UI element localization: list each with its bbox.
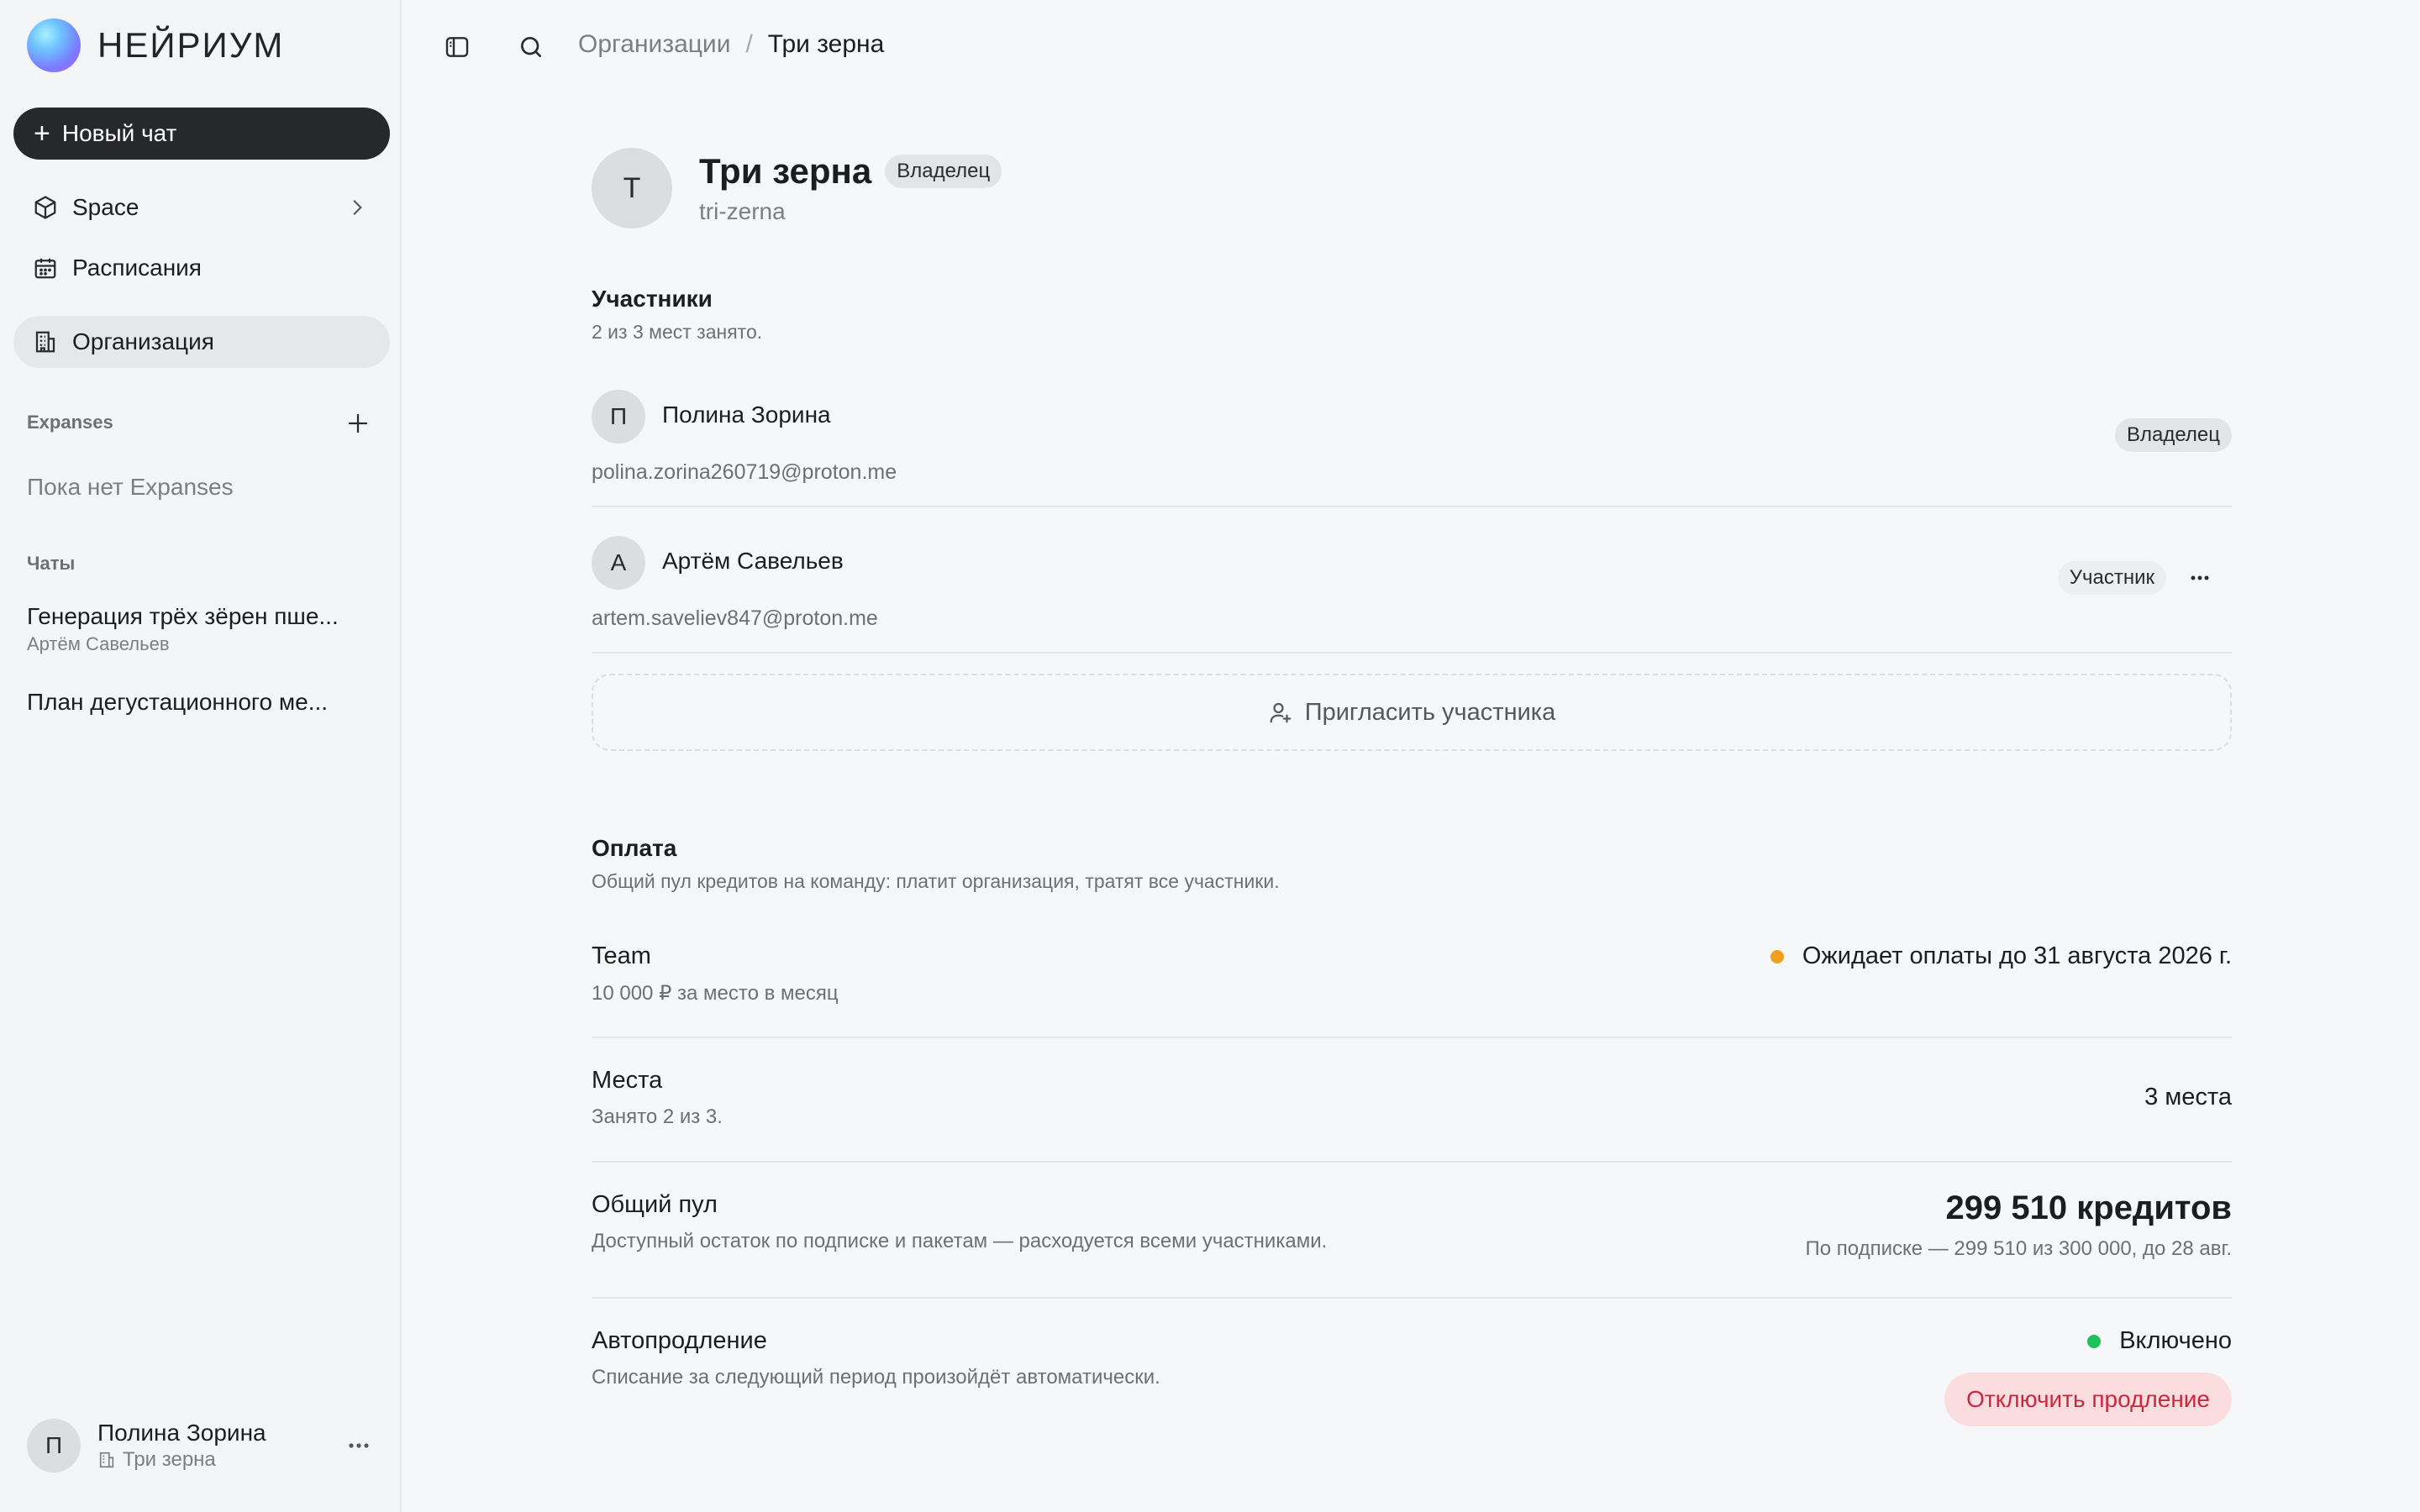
chat-title: Генерация трёх зёрен пше...	[27, 603, 339, 629]
page-title: Три зерна	[699, 151, 872, 191]
avatar: П	[592, 390, 645, 444]
status-dot-icon	[2087, 1334, 2102, 1348]
cube-icon	[32, 194, 59, 221]
user-org-name: Три зерна	[123, 1448, 216, 1471]
avatar: А	[592, 536, 645, 590]
sidebar-toggle-icon	[445, 37, 469, 57]
seats-value: 3 места	[2144, 1084, 2232, 1110]
autorenew-desc: Списание за следующий период произойдёт …	[592, 1366, 1160, 1389]
user-menu-button[interactable]	[345, 1431, 373, 1460]
calendar-icon	[32, 255, 59, 281]
sidebar-item-organization[interactable]: Организация	[13, 316, 390, 368]
toggle-sidebar-button[interactable]	[442, 32, 472, 62]
plus-icon: +	[34, 118, 50, 150]
plan-name: Team	[592, 942, 651, 969]
user-name: Полина Зорина	[97, 1420, 266, 1446]
building-icon	[32, 328, 59, 355]
billing-seats-row: Места Занято 2 из 3. 3 места	[592, 1038, 2232, 1163]
sidebar: НЕЙРИУМ + Новый чат Space Расписания Орг…	[0, 0, 402, 1512]
building-icon	[99, 1452, 114, 1468]
autorenew-status: Включено	[2087, 1327, 2232, 1355]
org-avatar: Т	[592, 148, 672, 228]
sidebar-item-label: Space	[72, 194, 139, 220]
member-row: А Артём Савельев artem.saveliev847@proto…	[592, 536, 2232, 654]
search-icon	[521, 37, 541, 57]
logo-orb-icon	[27, 18, 81, 72]
new-chat-label: Новый чат	[61, 120, 177, 146]
members-section-title: Участники	[592, 286, 713, 312]
seats-desc: Занято 2 из 3.	[592, 1105, 723, 1128]
pool-desc: Доступный остаток по подписке и пакетам …	[592, 1230, 1328, 1252]
search-button[interactable]	[516, 32, 546, 62]
chat-title: План дегустационного ме...	[27, 689, 329, 715]
chevron-right-icon	[346, 196, 368, 225]
pool-detail: По подписке — 299 510 из 300 000, до 28 …	[1805, 1237, 2232, 1260]
app-logo[interactable]: НЕЙРИУМ	[27, 18, 284, 72]
new-chat-button[interactable]: + Новый чат	[13, 108, 390, 160]
member-row: П Полина Зорина polina.zorina260719@prot…	[592, 390, 2232, 507]
role-badge: Владелец	[885, 155, 1002, 188]
member-name: Полина Зорина	[662, 402, 831, 428]
seats-name: Места	[592, 1067, 663, 1094]
sidebar-item-label: Организация	[72, 328, 214, 354]
member-email: artem.saveliev847@proton.me	[592, 606, 878, 630]
plan-price: 10 000 ₽ за место в месяц	[592, 982, 839, 1005]
plan-status: Ожидает оплаты до 31 августа 2026 г.	[1770, 942, 2232, 970]
member-role-badge[interactable]: Участник	[2057, 561, 2166, 595]
billing-section-subtitle: Общий пул кредитов на команду: платит ор…	[592, 870, 1280, 892]
chat-subtitle: Артём Савельев	[27, 633, 170, 654]
chat-list-item[interactable]: Генерация трёх зёрен пше... Артём Савель…	[27, 603, 380, 655]
plus-icon	[348, 413, 368, 433]
main-content: Т Три зерна Владелец tri-zerna Участники…	[592, 0, 2232, 1512]
disable-autorenew-button[interactable]: Отключить продление	[1944, 1373, 2232, 1426]
add-expanse-button[interactable]	[341, 407, 375, 440]
autorenew-name: Автопродление	[592, 1327, 767, 1354]
more-horizontal-icon	[349, 1443, 369, 1448]
member-actions-button[interactable]	[2183, 561, 2217, 595]
member-email: polina.zorina260719@proton.me	[592, 460, 897, 484]
org-header: Т Три зерна Владелец tri-zerna	[592, 148, 1002, 228]
pool-name: Общий пул	[592, 1191, 718, 1218]
chat-list-item[interactable]: План дегустационного ме...	[27, 689, 380, 716]
org-slug: tri-zerna	[699, 198, 786, 224]
sidebar-item-space[interactable]: Space	[13, 181, 390, 234]
app-name: НЕЙРИУМ	[97, 25, 285, 65]
billing-plan-row: Team 10 000 ₽ за место в месяц Ожидает о…	[592, 924, 2232, 1038]
billing-pool-row: Общий пул Доступный остаток по подписке …	[592, 1163, 2232, 1299]
sidebar-item-label: Расписания	[72, 255, 202, 281]
billing-section-title: Оплата	[592, 835, 677, 861]
status-dot-icon	[1770, 949, 1784, 963]
member-name: Артём Савельев	[662, 548, 844, 574]
expanses-section-label: Expanses	[27, 412, 113, 433]
chats-section-label: Чаты	[27, 553, 76, 574]
invite-member-button[interactable]: Пригласить участника	[592, 674, 2232, 751]
more-horizontal-icon	[2191, 575, 2209, 580]
members-section-subtitle: 2 из 3 мест занято.	[592, 321, 763, 343]
user-plus-icon	[1268, 700, 1293, 725]
invite-member-label: Пригласить участника	[1304, 698, 1556, 726]
expanses-empty-text: Пока нет Expanses	[27, 474, 234, 500]
member-role-badge: Владелец	[2114, 418, 2232, 452]
user-org: Три зерна	[97, 1448, 266, 1472]
sidebar-item-schedules[interactable]: Расписания	[13, 242, 390, 294]
current-user[interactable]: П Полина Зорина Три зерна	[27, 1416, 388, 1475]
avatar: П	[27, 1419, 81, 1473]
autorenew-status-text: Включено	[2119, 1327, 2232, 1354]
pool-value: 299 510 кредитов	[1945, 1189, 2232, 1226]
plan-status-text: Ожидает оплаты до 31 августа 2026 г.	[1802, 942, 2232, 969]
